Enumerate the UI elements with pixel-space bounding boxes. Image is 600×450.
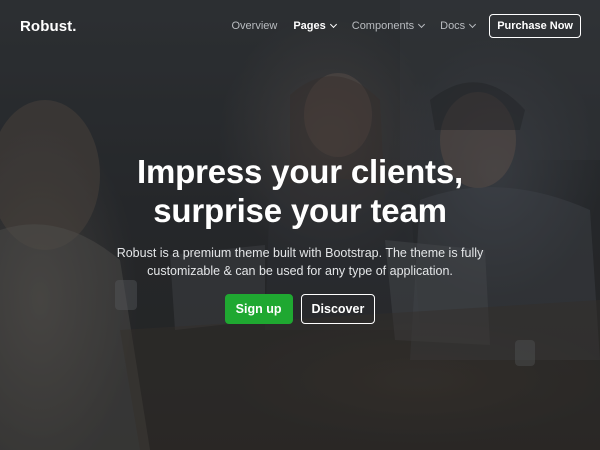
nav-link-label: Pages (293, 20, 326, 32)
sign-up-button[interactable]: Sign up (224, 294, 293, 324)
nav-link-docs[interactable]: Docs (440, 20, 477, 32)
top-navbar: Robust. Overview Pages Components Docs P… (0, 0, 600, 52)
subtext-line-1: Robust is a premium theme built with Boo… (116, 246, 484, 260)
hero-headline: Impress your clients, surprise your team (0, 152, 600, 230)
discover-button[interactable]: Discover (300, 294, 376, 324)
cta-row: Sign up Discover (0, 294, 600, 324)
chevron-down-icon (418, 20, 426, 29)
headline-line-1: Impress your clients, (137, 153, 463, 190)
hero-content: Impress your clients, surprise your team… (0, 152, 600, 324)
nav-link-components[interactable]: Components (351, 20, 426, 32)
chevron-down-icon (469, 20, 477, 29)
brand-logo[interactable]: Robust. (20, 18, 77, 35)
nav-link-label: Overview (231, 20, 278, 32)
headline-line-2: surprise your team (153, 192, 447, 229)
nav-link-label: Components (351, 20, 415, 32)
subtext-line-2: customizable & can be used for any type … (147, 264, 453, 278)
hero-subtext: Robust is a premium theme built with Boo… (110, 244, 490, 280)
nav-link-pages[interactable]: Pages (293, 20, 337, 32)
hero-section: Robust. Overview Pages Components Docs P… (0, 0, 600, 450)
chevron-down-icon (329, 20, 337, 29)
nav-links: Overview Pages Components Docs Purchase … (215, 14, 581, 38)
purchase-now-button[interactable]: Purchase Now (489, 14, 581, 38)
nav-link-overview[interactable]: Overview (231, 20, 277, 32)
nav-link-label: Docs (440, 20, 466, 32)
